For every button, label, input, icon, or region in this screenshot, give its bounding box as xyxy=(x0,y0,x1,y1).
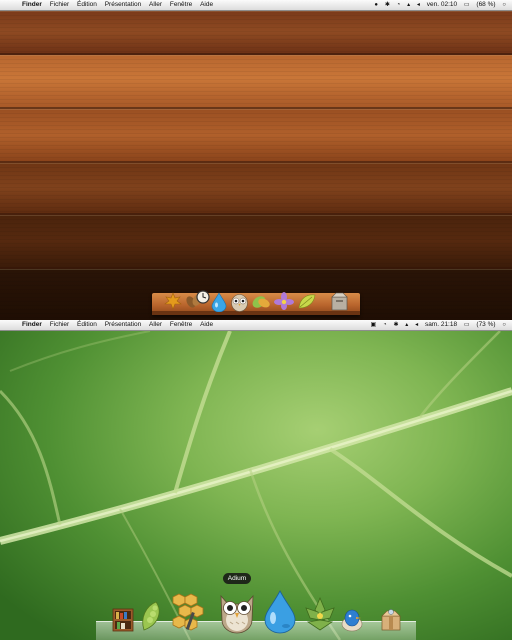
time-machine-icon[interactable]: ◔ xyxy=(397,0,401,10)
menu-list: Finder Fichier Édition Présentation Alle… xyxy=(22,320,219,330)
menu-edition[interactable]: Édition xyxy=(77,320,97,330)
leaf-cycle-icon[interactable] xyxy=(251,292,271,312)
menu-finder[interactable]: Finder xyxy=(22,0,42,10)
menu-bar: Finder Fichier Édition Présentation Alle… xyxy=(0,320,512,331)
menu-clock[interactable]: sam. 21:18 xyxy=(425,320,457,330)
green-leaf-icon[interactable] xyxy=(297,293,317,310)
menu-edition[interactable]: Édition xyxy=(77,0,97,10)
menu-bar: Finder Fichier Édition Présentation Alle… xyxy=(0,0,512,11)
battery-icon[interactable]: ▭ xyxy=(464,0,470,10)
wood-plank xyxy=(0,109,512,163)
wood-plank xyxy=(0,163,512,215)
owl-icon[interactable] xyxy=(216,590,258,634)
honeycomb-icon[interactable] xyxy=(170,592,206,632)
menu-presentation[interactable]: Présentation xyxy=(105,0,142,10)
menu-aide[interactable]: Aide xyxy=(200,320,213,330)
battery-icon[interactable]: ▭ xyxy=(464,320,470,330)
spotlight-icon[interactable]: ○ xyxy=(502,0,506,10)
menu-fichier[interactable]: Fichier xyxy=(50,320,70,330)
volume-icon[interactable]: ◂ xyxy=(415,320,418,330)
menu-clock[interactable]: ven. 02:10 xyxy=(427,0,457,10)
package-icon[interactable] xyxy=(380,608,402,632)
leaf-icon[interactable] xyxy=(164,292,182,310)
menu-status-area: ● ✱ ◔ ▴ ◂ ven. 02:10 ▭ (68 %) ○ xyxy=(369,0,506,10)
box-icon[interactable] xyxy=(330,291,349,311)
bluetooth-icon[interactable]: ✱ xyxy=(385,0,390,10)
bluetooth-icon[interactable]: ✱ xyxy=(393,320,398,330)
volume-icon[interactable]: ◂ xyxy=(417,0,420,10)
bookshelf-icon[interactable] xyxy=(112,608,134,632)
menu-fenetre[interactable]: Fenêtre xyxy=(170,0,192,10)
spotlight-icon[interactable]: ○ xyxy=(502,320,506,330)
chat-status-icon[interactable]: ● xyxy=(374,0,378,10)
menu-status-area: ▣ ◔ ✱ ▴ ◂ sam. 21:18 ▭ (73 %) ○ xyxy=(366,320,506,330)
bird-icon[interactable] xyxy=(340,606,364,632)
clock-icon[interactable] xyxy=(196,290,210,304)
wood-plank xyxy=(0,215,512,269)
bottom-desktop: Finder Fichier Édition Présentation Alle… xyxy=(0,320,512,640)
wood-plank xyxy=(0,55,512,109)
pea-pod-icon[interactable] xyxy=(138,600,166,632)
wifi-icon[interactable]: ▴ xyxy=(405,320,408,330)
time-machine-icon[interactable]: ◔ xyxy=(383,320,387,330)
top-desktop: Finder Fichier Édition Présentation Alle… xyxy=(0,0,512,320)
menu-fichier[interactable]: Fichier xyxy=(50,0,70,10)
wood-plank xyxy=(0,11,512,55)
wifi-icon[interactable]: ▴ xyxy=(407,0,410,10)
menu-presentation[interactable]: Présentation xyxy=(105,320,142,330)
flower-icon[interactable] xyxy=(274,292,294,311)
water-drop-icon[interactable] xyxy=(210,292,228,312)
menu-finder[interactable]: Finder xyxy=(22,320,42,330)
water-drop-icon[interactable] xyxy=(262,590,298,634)
menu-list: Finder Fichier Édition Présentation Alle… xyxy=(22,0,219,10)
dock-tooltip: Adium xyxy=(223,573,251,584)
display-icon[interactable]: ▣ xyxy=(371,320,377,330)
owl-icon[interactable] xyxy=(230,292,249,312)
wood-wallpaper xyxy=(0,11,512,320)
menu-aide[interactable]: Aide xyxy=(200,0,213,10)
battery-percent[interactable]: (73 %) xyxy=(476,320,495,330)
battery-percent[interactable]: (68 %) xyxy=(476,0,495,10)
menu-aller[interactable]: Aller xyxy=(149,0,162,10)
menu-aller[interactable]: Aller xyxy=(149,320,162,330)
menu-fenetre[interactable]: Fenêtre xyxy=(170,320,192,330)
artichoke-icon[interactable] xyxy=(302,596,338,632)
